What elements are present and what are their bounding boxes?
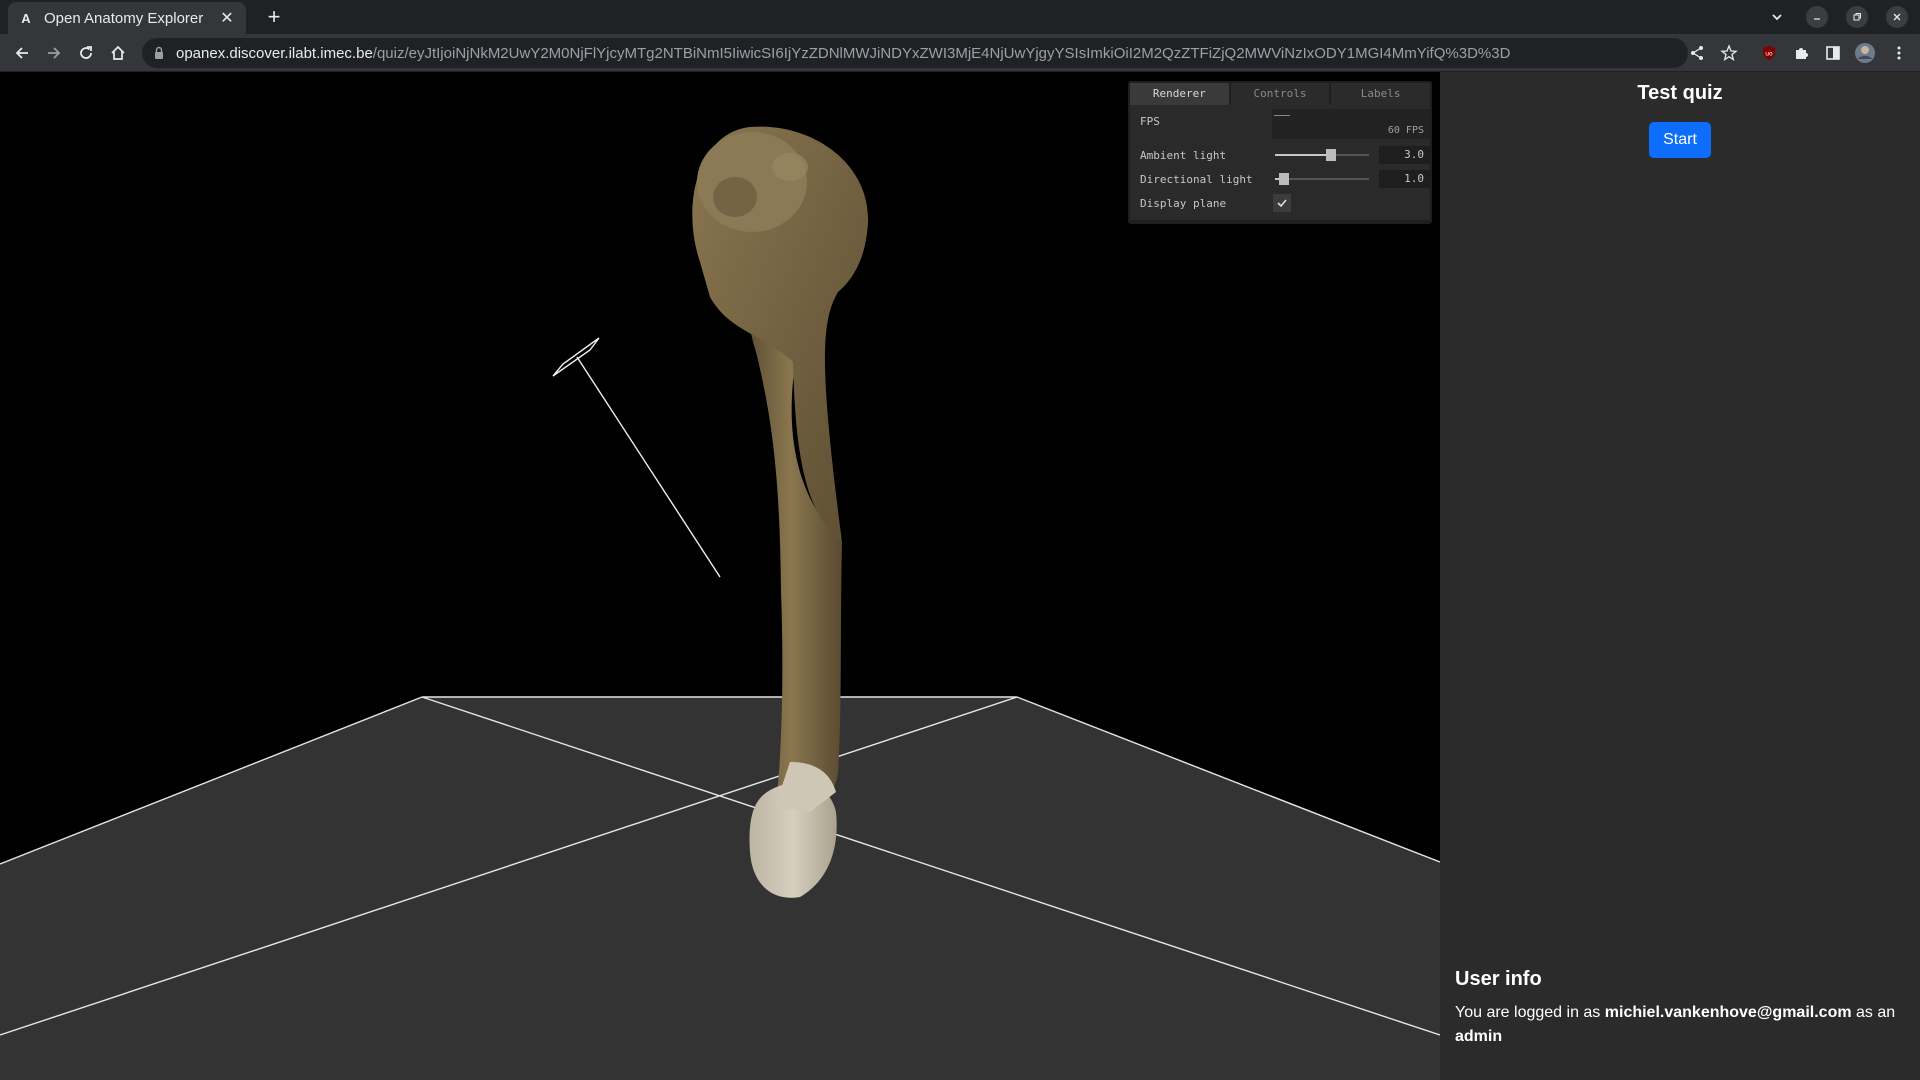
minimize-icon[interactable] xyxy=(1806,6,1828,28)
browser-toolbar: opanex.discover.ilabt.imec.be/quiz/eyJtI… xyxy=(0,34,1920,72)
fps-label: FPS xyxy=(1140,115,1160,128)
quiz-sidebar: Test quiz Start User info You are logged… xyxy=(1440,72,1920,1080)
ambient-light-label: Ambient light xyxy=(1140,149,1227,162)
directional-light-slider-thumb[interactable] xyxy=(1279,173,1290,185)
display-plane-label: Display plane xyxy=(1140,197,1227,210)
tab-renderer[interactable]: Renderer xyxy=(1130,83,1229,105)
restore-icon[interactable] xyxy=(1846,6,1868,28)
browser-tabstrip: A Open Anatomy Explorer ✕ + xyxy=(0,0,1920,34)
sidepanel-icon[interactable] xyxy=(1822,42,1844,64)
user-email: michiel.vankenhove@gmail.com xyxy=(1604,1004,1852,1021)
back-icon[interactable] xyxy=(8,39,36,67)
user-role: admin xyxy=(1455,1028,1503,1045)
tab-close-button[interactable]: ✕ xyxy=(218,8,236,28)
url-host: opanex.discover.ilabt.imec.be xyxy=(176,44,373,62)
3d-viewport[interactable]: Renderer Controls Labels FPS 60 FPS Ambi… xyxy=(0,72,1440,1080)
lock-icon[interactable] xyxy=(152,46,166,60)
tab-favicon-icon: A xyxy=(21,10,31,26)
renderer-settings-panel: Renderer Controls Labels FPS 60 FPS Ambi… xyxy=(1128,81,1432,224)
user-info-middle: as an xyxy=(1856,1004,1896,1021)
reload-icon[interactable] xyxy=(72,39,100,67)
start-button[interactable]: Start xyxy=(1649,122,1711,158)
extensions-icon[interactable] xyxy=(1790,42,1812,64)
quiz-title: Test quiz xyxy=(1637,82,1723,104)
profile-icon[interactable] xyxy=(1854,42,1876,64)
tab-title: Open Anatomy Explorer xyxy=(44,9,204,27)
new-tab-button[interactable]: + xyxy=(260,4,288,32)
fps-value: 60 FPS xyxy=(1387,125,1424,136)
ambient-light-slider[interactable] xyxy=(1275,149,1369,161)
tab-controls[interactable]: Controls xyxy=(1230,83,1330,105)
ambient-light-row: Ambient light 3.0 xyxy=(1130,143,1430,167)
close-window-icon[interactable] xyxy=(1886,6,1908,28)
directional-light-slider[interactable] xyxy=(1275,173,1369,185)
user-info-prefix: You are logged in as xyxy=(1455,1004,1601,1021)
ambient-light-slider-thumb[interactable] xyxy=(1326,149,1337,161)
url-text: opanex.discover.ilabt.imec.be/quiz/eyJtI… xyxy=(176,45,1510,62)
home-icon[interactable] xyxy=(104,39,132,67)
ambient-light-slider-fill xyxy=(1275,154,1332,156)
directional-light-label: Directional light xyxy=(1140,173,1253,186)
url-path: /quiz/eyJtIjoiNjNkM2UwY2M0NjFlYjcyMTg2NT… xyxy=(372,44,1511,62)
panel-body: FPS 60 FPS Ambient light 3.0 Directional… xyxy=(1130,105,1430,220)
address-bar[interactable]: opanex.discover.ilabt.imec.be/quiz/eyJtI… xyxy=(142,38,1688,68)
star-icon[interactable] xyxy=(1718,42,1740,64)
tab-search-icon[interactable] xyxy=(1766,6,1788,28)
ambient-light-input[interactable]: 3.0 xyxy=(1379,146,1430,164)
directional-light-row: Directional light 1.0 xyxy=(1130,167,1430,191)
ground-plane xyxy=(0,696,1440,1080)
fps-graph: 60 FPS xyxy=(1272,109,1430,139)
browser-tab[interactable]: A Open Anatomy Explorer ✕ xyxy=(8,2,246,34)
tab-labels[interactable]: Labels xyxy=(1331,83,1431,105)
forward-icon[interactable] xyxy=(40,39,68,67)
user-info-heading: User info xyxy=(1455,968,1542,990)
directional-light-input[interactable]: 1.0 xyxy=(1379,170,1430,188)
ublock-icon[interactable]: uo xyxy=(1758,42,1780,64)
display-plane-row: Display plane xyxy=(1130,191,1430,215)
share-icon[interactable] xyxy=(1686,42,1708,64)
display-plane-checkbox[interactable] xyxy=(1273,194,1291,212)
fps-graph-line xyxy=(1274,115,1290,116)
check-icon xyxy=(1277,199,1287,208)
panel-tabs: Renderer Controls Labels xyxy=(1130,83,1431,105)
light-helper xyxy=(552,337,721,578)
user-info-text: You are logged in as michiel.vankenhove@… xyxy=(1455,1001,1910,1049)
menu-icon[interactable] xyxy=(1888,42,1910,64)
svg-text:uo: uo xyxy=(1765,51,1773,58)
fps-row: FPS 60 FPS xyxy=(1130,109,1430,143)
